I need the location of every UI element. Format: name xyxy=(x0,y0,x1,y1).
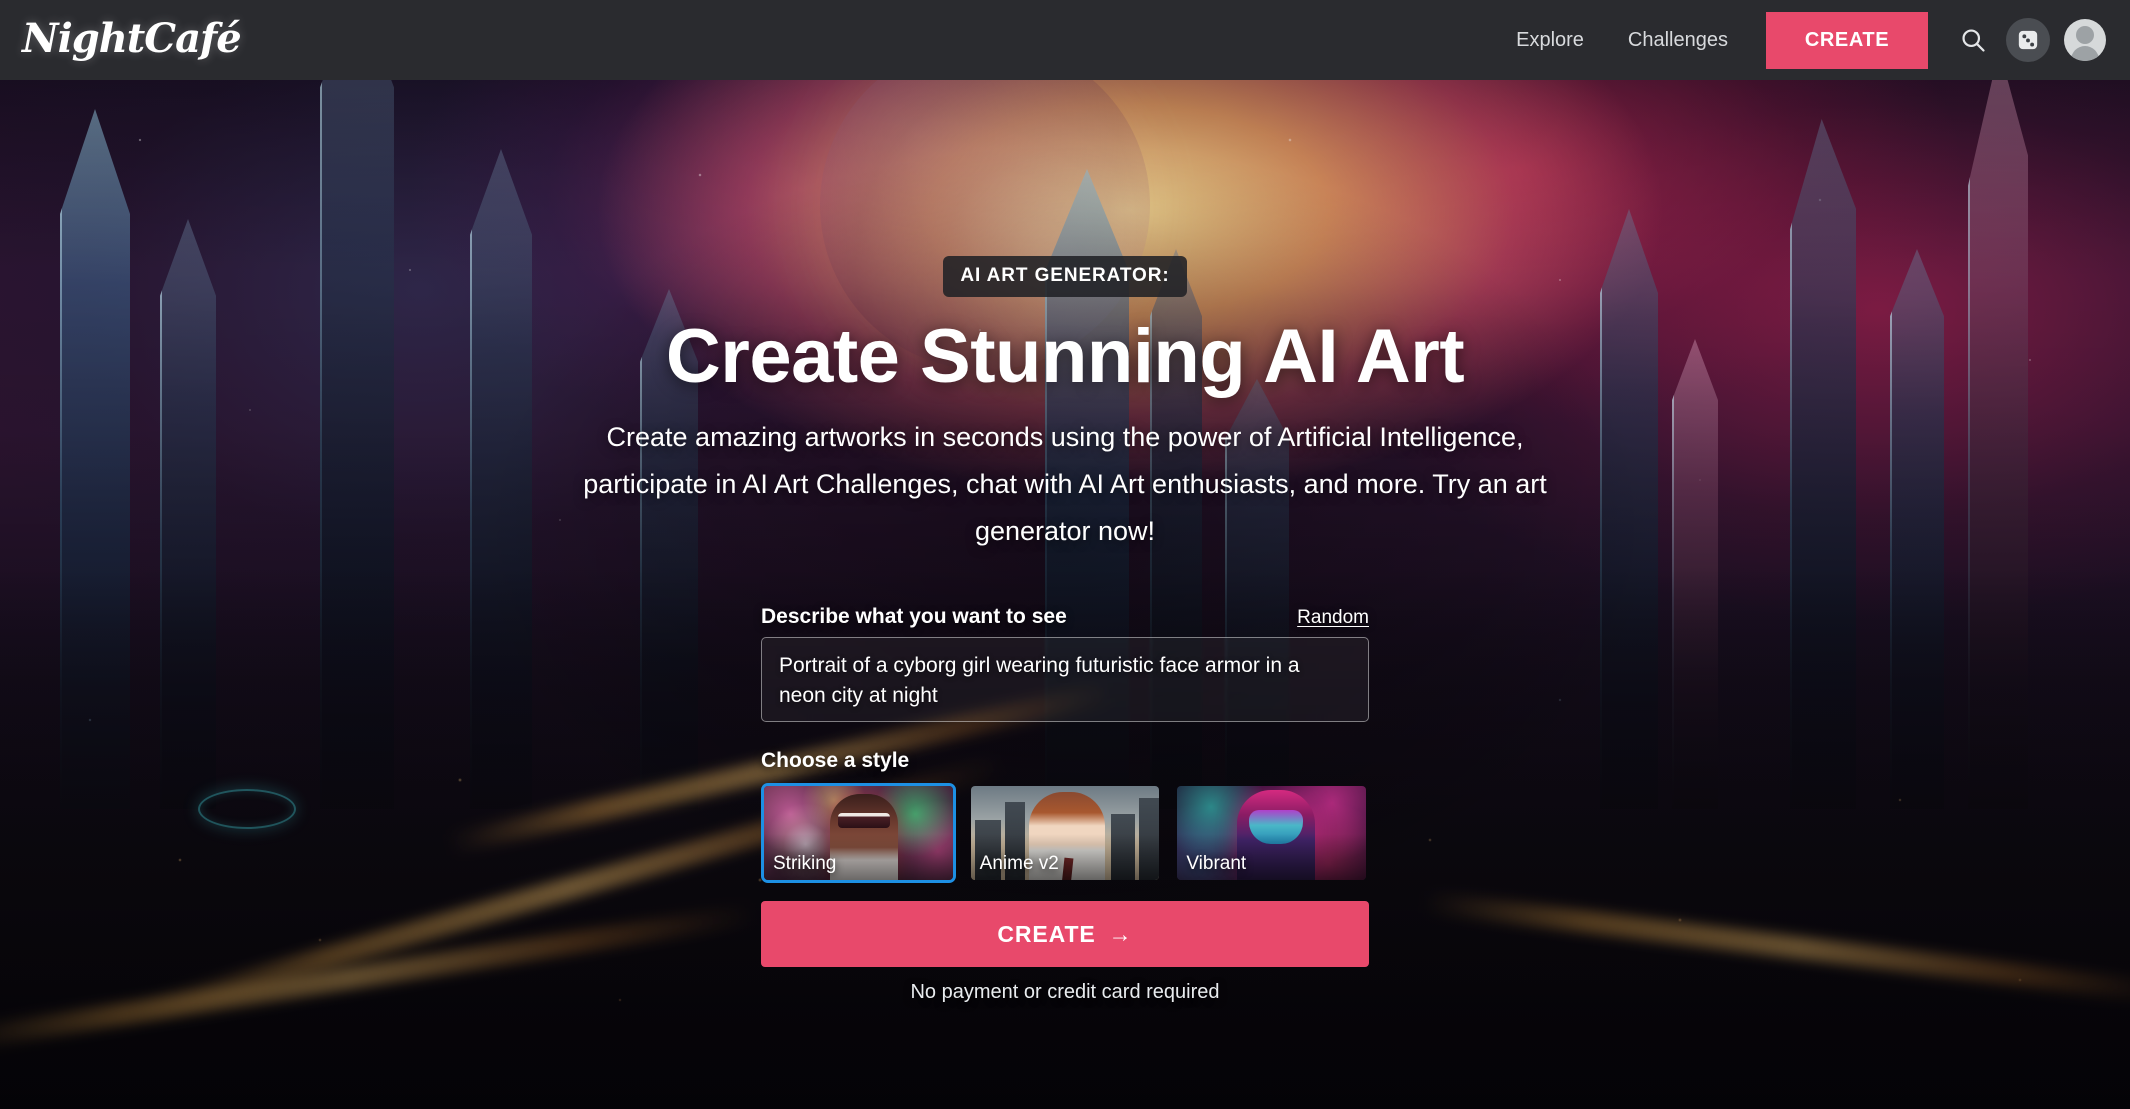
random-prompt-link[interactable]: Random xyxy=(1297,607,1369,629)
style-card-anime-v2[interactable]: Anime v2 xyxy=(968,783,1163,883)
style-card-label: Anime v2 xyxy=(979,853,1059,874)
arrow-right-icon: → xyxy=(1108,920,1133,947)
hero-content: AI ART GENERATOR: Create Stunning AI Art… xyxy=(0,80,2130,1109)
site-header: NightCafé Explore Challenges CREATE xyxy=(0,0,2130,80)
prompt-label-row: Describe what you want to see Random xyxy=(761,605,1369,629)
style-label: Choose a style xyxy=(761,749,910,772)
header-nav: Explore Challenges CREATE xyxy=(1494,0,2130,80)
nav-link-challenges[interactable]: Challenges xyxy=(1606,0,1750,80)
hero-subheadline: Create amazing artworks in seconds using… xyxy=(583,422,1547,546)
style-card-vibrant[interactable]: Vibrant xyxy=(1174,783,1369,883)
avatar[interactable] xyxy=(2064,19,2106,61)
style-card-label: Striking xyxy=(773,853,837,874)
header-create-button[interactable]: CREATE xyxy=(1766,11,1928,69)
style-card-striking[interactable]: Striking xyxy=(761,783,956,883)
create-submit-label: CREATE xyxy=(997,920,1096,947)
avatar-head xyxy=(2076,26,2094,44)
search-icon[interactable] xyxy=(1950,17,1996,63)
nav-link-explore[interactable]: Explore xyxy=(1494,0,1606,80)
create-submit-button[interactable]: CREATE → xyxy=(761,901,1369,967)
avatar-body xyxy=(2071,46,2099,61)
no-payment-note: No payment or credit card required xyxy=(910,981,1220,1003)
dice-icon[interactable] xyxy=(2006,18,2050,62)
eyebrow-badge: AI ART GENERATOR: xyxy=(943,256,1187,297)
prompt-label: Describe what you want to see xyxy=(761,605,1067,628)
prompt-input[interactable] xyxy=(761,637,1369,722)
hero-section: AI ART GENERATOR: Create Stunning AI Art… xyxy=(0,80,2130,1109)
style-selector: Striking Anime v2 Vibrant xyxy=(761,783,1369,883)
create-form: Describe what you want to see Random Cho… xyxy=(761,605,1369,1004)
nightcafe-logo[interactable]: NightCafé xyxy=(22,8,242,70)
style-card-label: Vibrant xyxy=(1186,853,1247,874)
page-title: Create Stunning AI Art xyxy=(665,314,1465,399)
style-thumb-sunglasses xyxy=(838,813,890,828)
